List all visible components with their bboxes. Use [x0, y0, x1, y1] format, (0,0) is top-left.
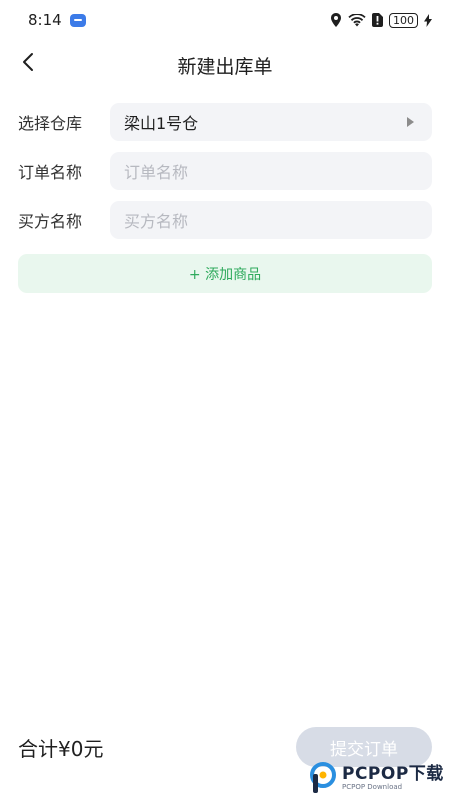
warehouse-label: 选择仓库 [18, 114, 83, 133]
warehouse-select[interactable]: 梁山1号仓 [110, 103, 432, 141]
app-bar: 新建出库单 [0, 40, 450, 86]
location-icon [330, 13, 342, 27]
buyer-name-input[interactable]: 买方名称 [110, 201, 432, 239]
buyer-name-label: 买方名称 [18, 212, 83, 231]
order-total: 合计¥0元 [18, 737, 104, 761]
order-name-placeholder: 订单名称 [124, 163, 189, 182]
watermark-text: PCPOP下载 PCPOP Download [342, 765, 444, 791]
pcpop-logo-icon [310, 762, 336, 793]
app-notification-icon [69, 13, 86, 27]
page-title: 新建出库单 [177, 56, 273, 78]
status-time: 8:14 [28, 11, 62, 29]
charging-icon [424, 13, 432, 27]
buyer-name-placeholder: 买方名称 [124, 212, 189, 231]
wifi-icon [348, 13, 366, 27]
status-left: 8:14 [28, 11, 86, 29]
order-name-input[interactable]: 订单名称 [110, 152, 432, 190]
watermark-subtitle: PCPOP Download [342, 783, 403, 791]
warehouse-value: 梁山1号仓 [124, 114, 199, 133]
buyer-name-row: 买方名称 买方名称 [18, 201, 432, 239]
pcpop-watermark: PCPOP下载 PCPOP Download [308, 758, 448, 798]
status-right: 100 [330, 12, 432, 28]
order-name-label: 订单名称 [18, 163, 83, 182]
warehouse-row: 选择仓库 梁山1号仓 [18, 103, 432, 141]
battery-indicator: 100 [389, 12, 418, 28]
order-name-row: 订单名称 订单名称 [18, 152, 432, 190]
sim-alert-icon [372, 13, 383, 27]
watermark-title: PCPOP下载 [342, 764, 444, 784]
dropdown-arrow-icon [407, 117, 414, 127]
status-bar: 8:14 100 [0, 0, 450, 40]
add-product-button[interactable]: + 添加商品 [18, 254, 432, 293]
